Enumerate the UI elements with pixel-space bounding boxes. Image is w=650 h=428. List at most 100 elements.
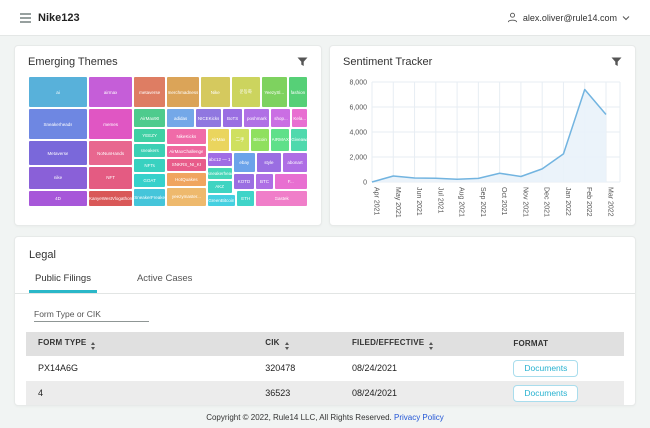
treemap-tile[interactable]: NikeKicks [166, 128, 207, 144]
treemap-tile[interactable]: 4D [28, 190, 88, 207]
treemap-tile[interactable]: 二手 [230, 128, 250, 151]
treemap-tile-label: 4D [55, 196, 61, 201]
treemap-tile[interactable]: nike [28, 166, 88, 190]
treemap-tile-label: 운동화 [239, 89, 251, 95]
treemap-tile[interactable]: merchmadness [166, 76, 200, 108]
treemap-tile-label: NFTs [144, 163, 155, 168]
treemap-tile-label: HotQuakes [175, 177, 198, 182]
treemap-tile-label: shop... [274, 116, 288, 121]
treemap-tile[interactable]: fashion [288, 76, 308, 108]
emerging-themes-title: Emerging Themes [28, 56, 118, 68]
treemap-tile[interactable]: Giveaway [290, 128, 308, 151]
treemap-tile-label: fashion [291, 90, 306, 95]
column-header-filed-effective[interactable]: Filed/Effective [340, 332, 501, 356]
filter-icon[interactable] [611, 57, 622, 67]
treemap-tile-label: Bitcoin [253, 137, 267, 142]
treemap-tile-label: yeezymaster... [172, 194, 201, 199]
treemap-tile[interactable]: ETH [236, 190, 255, 207]
treemap-tile-label: ETH [241, 196, 250, 201]
treemap-tile[interactable]: memes [88, 108, 133, 140]
treemap-tile[interactable]: adidas [166, 108, 195, 128]
svg-text:Feb 2022: Feb 2022 [585, 187, 592, 217]
treemap-tile[interactable]: F... [274, 173, 308, 190]
treemap-tile[interactable]: yeezymaster... [166, 187, 207, 207]
line-chart-canvas: 02,0004,0006,0008,000Apr 2021May 2021Jun… [336, 74, 629, 224]
treemap-tile[interactable]: style [256, 152, 282, 173]
treemap-tile[interactable]: HotQuakes [166, 172, 207, 187]
treemap-tile[interactable]: NoNunHands [88, 140, 133, 165]
treemap-tile[interactable]: KOTD [233, 173, 256, 190]
user-menu[interactable]: alex.oliver@rule14.com [507, 12, 630, 23]
menu-icon[interactable] [20, 13, 31, 23]
treemap-tile[interactable]: GOAT [133, 173, 166, 188]
treemap-tile[interactable]: SneakerFreakerFam [133, 188, 166, 207]
privacy-policy-link[interactable]: Privacy Policy [394, 413, 444, 422]
treemap-tile[interactable]: poshmark [243, 108, 270, 128]
tab-public-filings[interactable]: Public Filings [29, 269, 97, 293]
treemap-tile[interactable]: KanyeWestVlogathon [88, 190, 133, 207]
svg-text:Dec 2021: Dec 2021 [543, 187, 550, 217]
treemap-tile[interactable]: SNKRS_NI_KI [166, 158, 207, 172]
treemap-tile[interactable]: airmax [88, 76, 133, 108]
sentiment-tracker-panel: Sentiment Tracker 02,0004,0006,0008,000A… [329, 45, 636, 226]
treemap-tile[interactable]: BTC [255, 173, 273, 190]
svg-text:Sep 2021: Sep 2021 [479, 187, 486, 217]
form-type-cik-input[interactable] [34, 307, 149, 322]
sort-icon[interactable] [285, 342, 289, 350]
treemap-tile[interactable]: sneakers [133, 143, 166, 158]
treemap-tile[interactable]: NFT [88, 166, 133, 190]
treemap-tile-label: GreenBitcoin [208, 198, 234, 203]
treemap-tile-label: memes [103, 122, 118, 127]
treemap-tile[interactable]: Gastek [255, 190, 308, 207]
svg-text:Jan 2022: Jan 2022 [564, 187, 571, 216]
sentiment-chart: 02,0004,0006,0008,000Apr 2021May 2021Jun… [330, 74, 635, 229]
sort-icon[interactable] [429, 342, 433, 350]
treemap-tile[interactable]: NICEKicks [195, 108, 222, 128]
treemap-tile[interactable]: Bitcoin [250, 128, 270, 151]
treemap-tile[interactable]: Metaverse [28, 140, 88, 165]
treemap-tile-label: style [264, 160, 273, 165]
treemap-tile-label: nike [54, 175, 62, 180]
documents-button[interactable]: Documents [513, 385, 578, 402]
treemap-tile[interactable]: ai [28, 76, 88, 108]
treemap-tile[interactable]: abc12 — 1 [207, 152, 233, 167]
tab-active-cases[interactable]: Active Cases [131, 269, 198, 293]
filter-icon[interactable] [297, 57, 308, 67]
treemap-tile[interactable]: 운동화 [231, 76, 261, 108]
treemap-tile[interactable]: AirMaxChallenge [166, 145, 207, 158]
documents-button[interactable]: Documents [513, 360, 578, 377]
treemap-tile[interactable]: Kela... [291, 108, 308, 128]
treemap: aiSneakerheadsMetaverse nike 4D airmax memes… [28, 76, 308, 207]
treemap-tile-label: AirMax [211, 137, 225, 142]
svg-text:Aug 2021: Aug 2021 [458, 187, 465, 217]
treemap-tile-label: adidas [174, 116, 187, 121]
treemap-tile[interactable]: NFTs [133, 158, 166, 173]
treemap-tile[interactable]: BoTS [222, 108, 243, 128]
treemap-tile[interactable]: Sneakerheads [28, 108, 88, 140]
treemap-tile-label: AIRMAX [272, 137, 289, 142]
treemap-tile-label: AKZ [215, 184, 224, 189]
treemap-tile[interactable]: shop... [270, 108, 291, 128]
svg-text:6,000: 6,000 [349, 105, 367, 112]
treemap-tile[interactable]: YeezySl... [261, 76, 288, 108]
treemap-tile[interactable]: Nike [200, 76, 231, 108]
treemap-tile[interactable]: AKZ [207, 180, 233, 194]
treemap-tile[interactable]: abonart [282, 152, 308, 173]
sentiment-tracker-title: Sentiment Tracker [343, 56, 432, 68]
treemap-tile[interactable]: YEEZY [133, 128, 166, 142]
column-header-cik[interactable]: CIK [253, 332, 340, 356]
treemap-tile-label: KanyeWestVlogathon [89, 196, 132, 201]
treemap-tile[interactable]: GreenBitcoin [207, 194, 236, 207]
table-header-row: Form Type CIK Filed/Effective Format [26, 332, 624, 356]
legal-title: Legal [15, 237, 635, 269]
treemap-tile[interactable]: sneakerhead [207, 167, 233, 180]
treemap-tile[interactable]: metaverse [133, 76, 166, 108]
treemap-tile-label: F... [288, 179, 294, 184]
sort-icon[interactable] [91, 342, 95, 350]
treemap-tile[interactable]: AirMax [207, 128, 230, 151]
treemap-tile[interactable]: AirMax90 [133, 108, 166, 128]
treemap-tile[interactable]: AIRMAX [270, 128, 290, 151]
column-header-form-type[interactable]: Form Type [26, 332, 253, 356]
treemap-tile[interactable]: ebay [233, 152, 256, 173]
treemap-tile-label: abonart [287, 160, 302, 165]
